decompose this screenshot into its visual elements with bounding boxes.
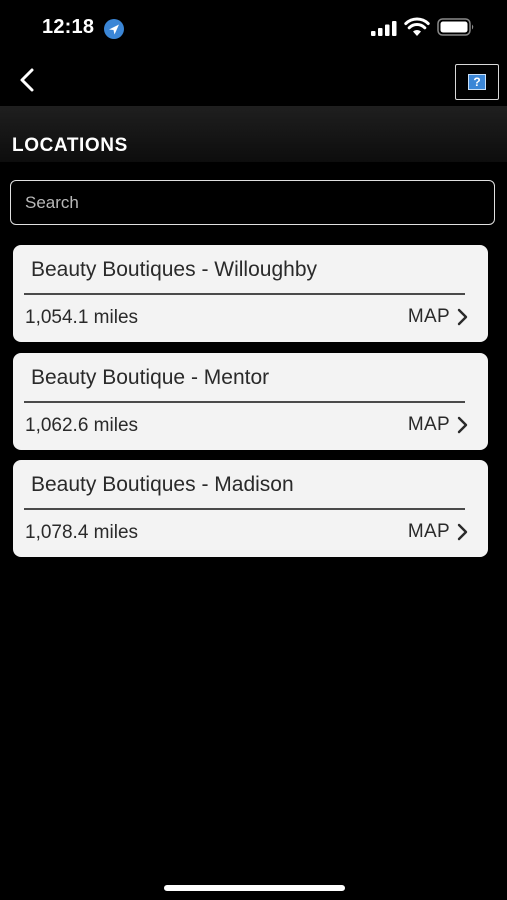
location-name: Beauty Boutique - Mentor [31,366,270,389]
location-arrow-icon [104,19,124,39]
map-link[interactable]: MAP [408,520,468,544]
location-distance: 1,054.1 miles [25,307,139,328]
section-header: LOCATIONS [0,106,507,162]
location-name: Beauty Boutiques - Willoughby [31,258,317,281]
home-indicator[interactable] [164,885,345,891]
divider [24,293,465,295]
divider [24,401,465,403]
help-button[interactable]: ? [455,64,499,100]
help-icon: ? [468,74,486,90]
wifi-icon [404,17,430,36]
page-title: LOCATIONS [12,135,128,156]
map-label: MAP [407,521,450,542]
search-input[interactable] [11,181,494,224]
map-label: MAP [407,414,450,435]
location-card[interactable]: Beauty Boutiques - Willoughby 1,054.1 mi… [13,245,488,342]
location-card[interactable]: Beauty Boutique - Mentor 1,062.6 miles M… [13,353,488,450]
search-box [10,180,495,225]
divider [24,508,465,510]
map-link[interactable]: MAP [408,305,468,329]
status-bar: 12:18 [0,0,507,56]
map-label: MAP [407,306,450,327]
location-distance: 1,078.4 miles [25,522,139,543]
location-card[interactable]: Beauty Boutiques - Madison 1,078.4 miles… [13,460,488,557]
battery-icon [437,18,474,36]
back-button[interactable] [12,62,44,98]
chevron-right-icon [457,523,468,541]
nav-bar: ? [0,56,507,106]
status-time: 12:18 [42,16,95,38]
map-link[interactable]: MAP [408,413,468,437]
chevron-right-icon [457,308,468,326]
cellular-signal-icon [371,21,397,36]
location-name: Beauty Boutiques - Madison [31,473,294,496]
chevron-right-icon [457,416,468,434]
location-distance: 1,062.6 miles [25,415,139,436]
